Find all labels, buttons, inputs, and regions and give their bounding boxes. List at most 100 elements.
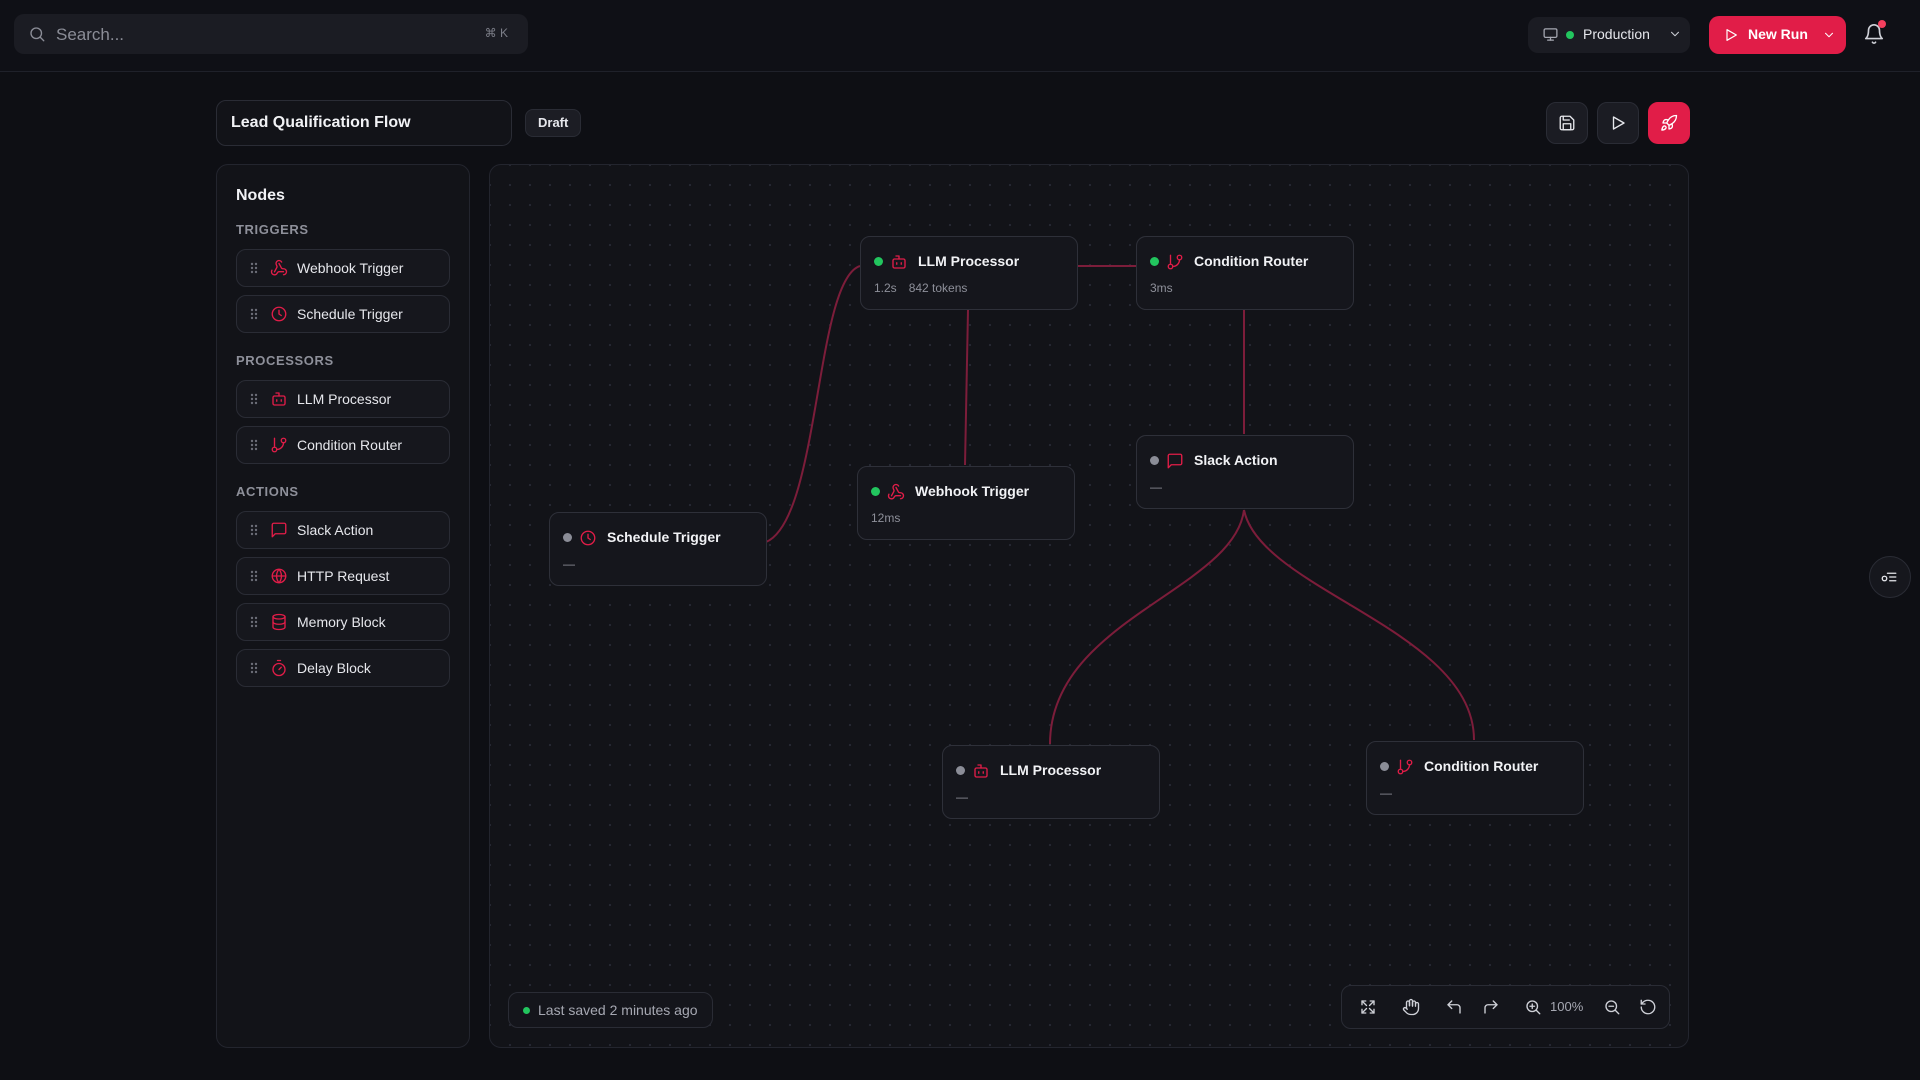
search-bar[interactable]: ⌘ K xyxy=(14,14,528,56)
zoom-out-icon[interactable] xyxy=(1603,998,1621,1016)
drag-handle-icon[interactable] xyxy=(249,307,259,321)
new-run-label: New Run xyxy=(1748,26,1808,42)
monitor-icon xyxy=(1543,28,1558,41)
fit-view-icon[interactable] xyxy=(1359,998,1377,1016)
node-status-dot xyxy=(1150,456,1159,465)
node-metrics: — xyxy=(1150,480,1162,494)
node-metrics: 1.2s 842 tokens xyxy=(874,281,967,295)
flow-node-schedule-trigger[interactable]: Schedule Trigger — xyxy=(549,512,767,586)
node-title: Condition Router xyxy=(1424,758,1539,774)
node-duration: — xyxy=(563,557,575,571)
properties-panel-toggle[interactable] xyxy=(1869,556,1911,598)
palette-item-label: Webhook Trigger xyxy=(297,260,404,276)
webhook-icon xyxy=(270,259,288,276)
flow-node-condition-router-2[interactable]: Condition Router — xyxy=(1366,741,1584,815)
redo-icon[interactable] xyxy=(1482,998,1500,1016)
run-button[interactable] xyxy=(1597,102,1639,144)
hand-pan-icon[interactable] xyxy=(1402,998,1420,1016)
clock-icon xyxy=(580,530,596,546)
play-icon xyxy=(1612,116,1625,130)
last-saved-text: Last saved 2 minutes ago xyxy=(538,1002,698,1018)
search-icon xyxy=(30,27,45,42)
node-title: Slack Action xyxy=(1194,452,1278,468)
section-label-processors: PROCESSORS xyxy=(236,353,334,368)
section-label-actions: ACTIONS xyxy=(236,484,299,499)
last-saved-indicator: Last saved 2 minutes ago xyxy=(508,992,713,1028)
palette-item-delay-block[interactable]: Delay Block xyxy=(236,649,450,687)
palette-item-slack-action[interactable]: Slack Action xyxy=(236,511,450,549)
message-icon xyxy=(1167,453,1183,469)
node-metrics: — xyxy=(1380,786,1392,800)
play-icon xyxy=(1726,29,1737,41)
node-duration: 12ms xyxy=(871,511,901,525)
node-palette: Nodes TRIGGERS Webhook Trigger Schedule … xyxy=(216,164,470,1048)
node-duration: — xyxy=(1150,480,1162,494)
flow-node-slack-action[interactable]: Slack Action — xyxy=(1136,435,1354,509)
palette-item-condition-router[interactable]: Condition Router xyxy=(236,426,450,464)
chevron-down-icon[interactable] xyxy=(1822,28,1836,42)
search-shortcut: ⌘ K xyxy=(484,26,508,40)
node-status-dot xyxy=(563,533,572,542)
flow-node-webhook-trigger[interactable]: Webhook Trigger 12ms xyxy=(857,466,1075,540)
message-icon xyxy=(271,522,287,538)
palette-item-llm-processor[interactable]: LLM Processor xyxy=(236,380,450,418)
flow-title: Lead Qualification Flow xyxy=(231,114,411,131)
palette-item-http-request[interactable]: HTTP Request xyxy=(236,557,450,595)
flow-title-field[interactable]: Lead Qualification Flow xyxy=(216,100,512,146)
palette-item-label: Memory Block xyxy=(297,614,386,630)
drag-handle-icon[interactable] xyxy=(249,523,259,537)
node-duration: 1.2s xyxy=(874,281,897,295)
save-button[interactable] xyxy=(1546,102,1588,144)
palette-item-label: LLM Processor xyxy=(297,391,392,407)
drag-handle-icon[interactable] xyxy=(249,661,259,675)
palette-item-memory-block[interactable]: Memory Block xyxy=(236,603,450,641)
flow-node-llm-processor-2[interactable]: LLM Processor — xyxy=(942,745,1160,819)
environment-label: Production xyxy=(1583,26,1650,42)
database-icon xyxy=(272,613,286,631)
git-branch-icon xyxy=(271,437,287,453)
drag-handle-icon[interactable] xyxy=(249,438,259,452)
undo-icon[interactable] xyxy=(1445,998,1463,1016)
flow-node-llm-processor[interactable]: LLM Processor 1.2s 842 tokens xyxy=(860,236,1078,310)
git-branch-icon xyxy=(1167,254,1183,270)
timer-icon xyxy=(272,659,286,677)
node-title: Webhook Trigger xyxy=(915,483,1030,499)
status-badge: Draft xyxy=(525,109,582,137)
environment-selector[interactable]: Production xyxy=(1528,17,1690,53)
rocket-icon xyxy=(1661,114,1678,131)
search-input[interactable] xyxy=(54,14,458,56)
clock-icon xyxy=(271,306,287,322)
node-duration: — xyxy=(956,790,968,804)
zoom-in-icon[interactable] xyxy=(1524,998,1542,1016)
webhook-icon xyxy=(887,483,905,500)
node-metrics: 3ms xyxy=(1150,281,1173,295)
flow-canvas[interactable] xyxy=(489,164,1689,1048)
palette-item-label: Schedule Trigger xyxy=(297,306,403,322)
drag-handle-icon[interactable] xyxy=(249,615,259,629)
flow-node-condition-router[interactable]: Condition Router 3ms xyxy=(1136,236,1354,310)
node-status-dot xyxy=(874,257,883,266)
palette-item-schedule-trigger[interactable]: Schedule Trigger xyxy=(236,295,450,333)
bot-icon xyxy=(272,392,286,406)
zoom-level: 100% xyxy=(1550,999,1584,1014)
drag-handle-icon[interactable] xyxy=(249,261,259,275)
notification-badge xyxy=(1878,20,1886,28)
node-title: Condition Router xyxy=(1194,253,1309,269)
palette-item-webhook-trigger[interactable]: Webhook Trigger xyxy=(236,249,450,287)
node-duration: 3ms xyxy=(1150,281,1173,295)
drag-handle-icon[interactable] xyxy=(249,392,259,406)
section-label-triggers: TRIGGERS xyxy=(236,222,309,237)
node-status-dot xyxy=(956,766,965,775)
reset-view-icon[interactable] xyxy=(1639,998,1657,1016)
node-metrics: — xyxy=(563,557,575,571)
deploy-button[interactable] xyxy=(1648,102,1690,144)
palette-item-label: HTTP Request xyxy=(297,568,390,584)
drag-handle-icon[interactable] xyxy=(249,569,259,583)
git-branch-icon xyxy=(1397,759,1413,775)
node-status-dot xyxy=(1380,762,1389,771)
new-run-button[interactable]: New Run xyxy=(1709,16,1846,54)
palette-item-label: Delay Block xyxy=(297,660,371,676)
node-metrics: 12ms xyxy=(871,511,900,525)
node-title: LLM Processor xyxy=(1000,762,1102,778)
node-title: LLM Processor xyxy=(918,253,1020,269)
